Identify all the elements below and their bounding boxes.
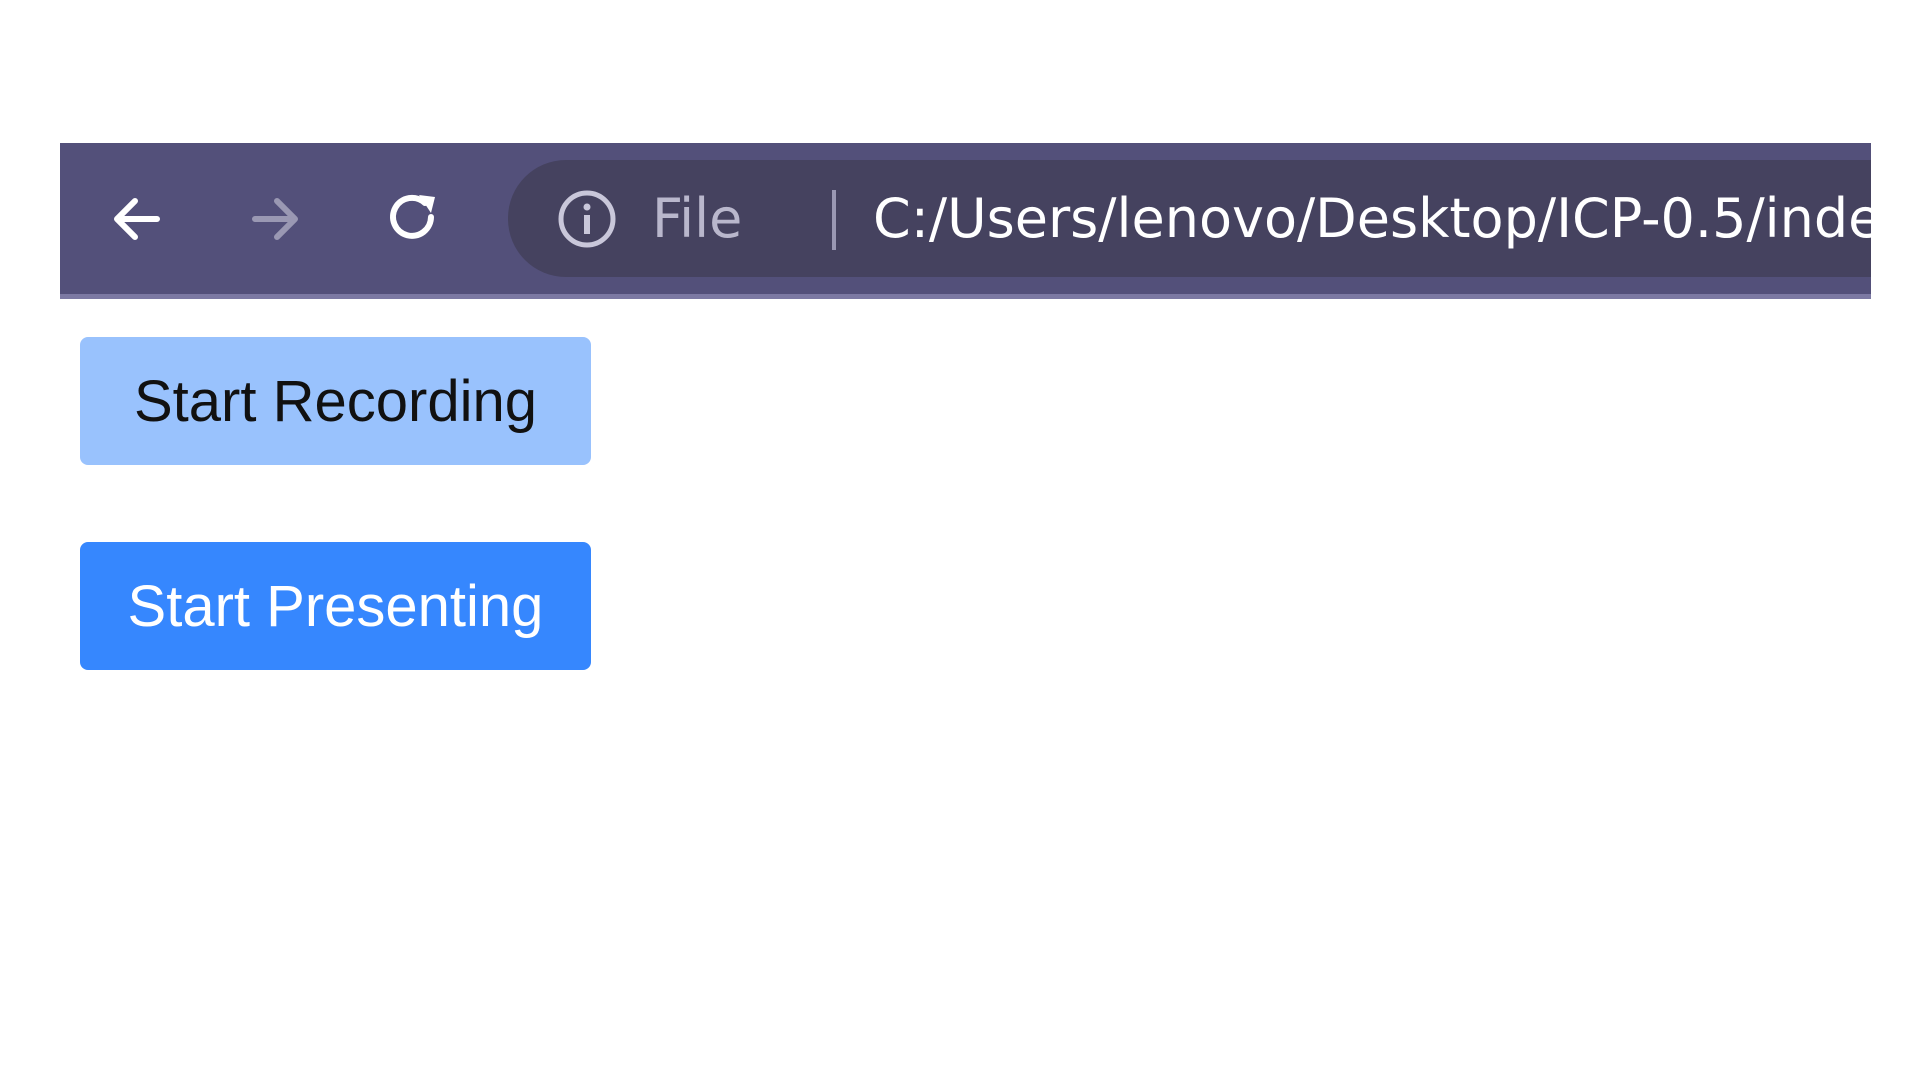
arrow-right-icon — [252, 198, 298, 240]
start-presenting-button[interactable]: Start Presenting — [80, 542, 591, 670]
address-divider — [832, 190, 836, 250]
arrow-left-icon — [114, 198, 160, 240]
reload-icon — [390, 194, 435, 239]
address-bar[interactable]: File C:/Users/lenovo/Desktop/ICP-0.5/ind… — [508, 160, 1871, 277]
start-recording-button[interactable]: Start Recording — [80, 337, 591, 465]
url-scheme-label: File — [652, 187, 743, 250]
forward-button[interactable] — [235, 179, 315, 259]
back-button[interactable] — [97, 179, 177, 259]
browser-toolbar: File C:/Users/lenovo/Desktop/ICP-0.5/ind… — [60, 143, 1871, 299]
screen: File C:/Users/lenovo/Desktop/ICP-0.5/ind… — [0, 0, 1920, 1080]
url-text[interactable]: C:/Users/lenovo/Desktop/ICP-0.5/index.h — [873, 160, 1871, 277]
info-icon[interactable] — [556, 188, 618, 250]
reload-button[interactable] — [373, 179, 453, 259]
toolbar-divider — [60, 294, 1871, 299]
